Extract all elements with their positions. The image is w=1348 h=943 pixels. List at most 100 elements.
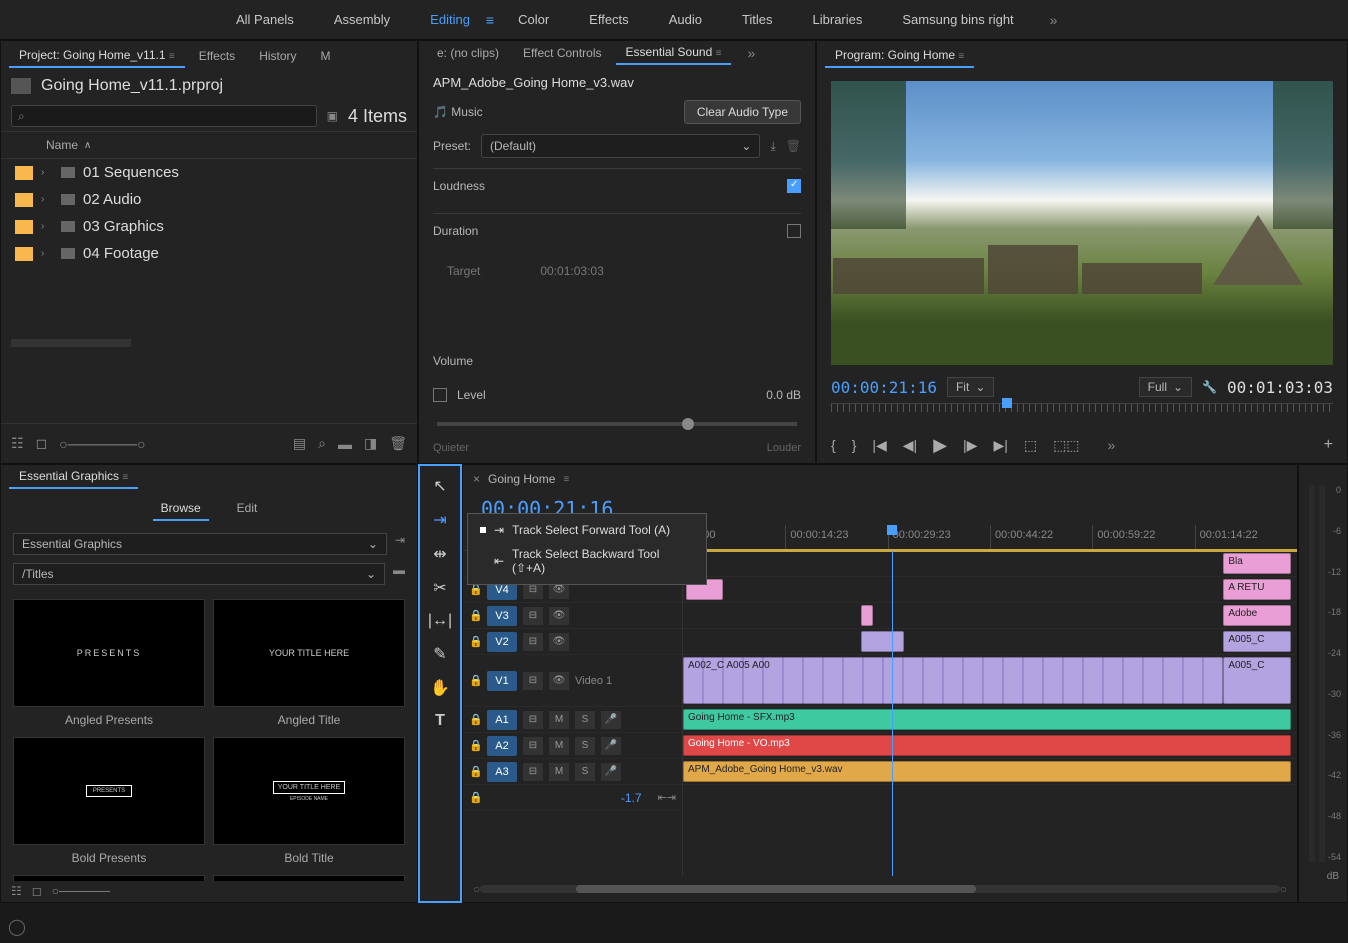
workspace-overflow-icon[interactable]: »: [1038, 8, 1070, 32]
go-to-out-icon[interactable]: ▶|: [993, 437, 1007, 454]
go-to-in-icon[interactable]: |◀: [872, 437, 886, 454]
mic-icon[interactable]: 🎤: [601, 763, 621, 781]
expand-icon[interactable]: ›: [41, 248, 53, 259]
timeline-playhead[interactable]: [887, 525, 897, 535]
master-track[interactable]: 🔒-1.7⇤⇥: [463, 785, 682, 811]
snap-icon[interactable]: ⇤⇥: [658, 791, 676, 804]
step-back-icon[interactable]: ◀|: [903, 437, 917, 454]
clip[interactable]: A005_C: [1223, 657, 1291, 704]
lock-icon[interactable]: 🔒: [469, 713, 481, 726]
browse-tab[interactable]: Browse: [153, 497, 209, 521]
tab-menu-icon[interactable]: ≡: [958, 51, 964, 62]
tab-menu-icon[interactable]: ≡: [169, 51, 175, 62]
preset-select[interactable]: (Default)⌄: [481, 134, 760, 158]
sync-lock-icon[interactable]: ⊟: [523, 737, 543, 755]
clip[interactable]: Going Home - VO.mp3: [683, 735, 1291, 756]
zoom-slider[interactable]: ○───────○: [59, 436, 145, 452]
bin-graphics[interactable]: ›03 Graphics: [1, 213, 417, 240]
track-header-a1[interactable]: 🔒A1⊟MS🎤: [463, 707, 682, 733]
scroll-handle-right[interactable]: ○: [1280, 882, 1287, 896]
eye-icon[interactable]: 👁: [549, 633, 569, 651]
timeline-tracks-area[interactable]: 00:00 00:00:14:23 00:00:29:23 00:00:44:2…: [683, 525, 1297, 876]
list-view-icon[interactable]: ☷: [11, 435, 24, 452]
zoom-fit-select[interactable]: Fit⌄: [947, 377, 994, 397]
workspace-color[interactable]: Color: [502, 6, 565, 33]
track-header-a2[interactable]: 🔒A2⊟MS🎤: [463, 733, 682, 759]
v2-row[interactable]: A005_C: [683, 629, 1297, 655]
pen-tool-icon[interactable]: ✎: [433, 644, 446, 664]
v4-row[interactable]: A RETU: [683, 577, 1297, 603]
find-icon[interactable]: ⌕: [318, 435, 326, 452]
transport-overflow-icon[interactable]: »: [1096, 433, 1128, 457]
sync-lock-icon[interactable]: ⊟: [523, 633, 543, 651]
program-playhead[interactable]: [1002, 398, 1012, 408]
eye-icon[interactable]: 👁: [549, 672, 569, 690]
workspace-assembly[interactable]: Assembly: [318, 6, 406, 33]
track-header-v3[interactable]: 🔒V3⊟👁: [463, 603, 682, 629]
project-tab[interactable]: Project: Going Home_v11.1 ≡: [9, 44, 185, 68]
project-search-input[interactable]: ⌕: [11, 105, 317, 127]
track-header-a3[interactable]: 🔒A3⊟MS🎤: [463, 759, 682, 785]
track-select-tool-icon[interactable]: ⇥: [433, 510, 446, 530]
sort-icon[interactable]: ▤: [293, 435, 306, 452]
sync-lock-icon[interactable]: ⊟: [523, 607, 543, 625]
tab-menu-icon[interactable]: ≡: [716, 48, 722, 59]
timeline-scrollbar[interactable]: [480, 885, 1280, 893]
expand-icon[interactable]: ›: [41, 221, 53, 232]
edit-tab[interactable]: Edit: [229, 497, 266, 521]
volume-slider[interactable]: [437, 422, 797, 426]
graphic-item-bold-presents[interactable]: PRESENTS Bold Presents: [13, 737, 205, 865]
timeline-ruler[interactable]: 00:00 00:00:14:23 00:00:29:23 00:00:44:2…: [683, 525, 1297, 551]
clip[interactable]: [861, 631, 904, 652]
graphics-folder-select[interactable]: Essential Graphics⌄: [13, 533, 387, 555]
solo-button[interactable]: S: [575, 763, 595, 781]
source-tab[interactable]: e: (no clips): [427, 42, 509, 64]
clip[interactable]: A005_C: [1223, 631, 1291, 652]
a2-row[interactable]: Going Home - VO.mp3: [683, 733, 1297, 759]
workspace-libraries[interactable]: Libraries: [797, 6, 879, 33]
graphic-item-angled-presents[interactable]: PRESENTS Angled Presents: [13, 599, 205, 727]
clip[interactable]: APM_Adobe_Going Home_v3.wav: [683, 761, 1291, 782]
panel-overflow-icon[interactable]: »: [735, 41, 767, 65]
eye-icon[interactable]: 👁: [549, 607, 569, 625]
history-tab[interactable]: History: [249, 45, 306, 67]
zoom-slider[interactable]: ○──────: [52, 884, 110, 898]
icon-view-icon[interactable]: ◻: [32, 884, 42, 898]
solo-button[interactable]: S: [575, 737, 595, 755]
track-select-backward-tool[interactable]: ⇤Track Select Backward Tool (⇧+A): [468, 542, 706, 580]
razor-tool-icon[interactable]: ✂: [433, 578, 446, 598]
loudness-checkbox[interactable]: [787, 179, 801, 193]
essential-sound-tab[interactable]: Essential Sound ≡: [616, 41, 732, 65]
graphics-path-select[interactable]: /Titles⌄: [13, 563, 385, 585]
clip[interactable]: Going Home - SFX.mp3: [683, 709, 1291, 730]
name-column-header[interactable]: Name ∧: [1, 131, 417, 159]
new-bin-icon[interactable]: ▣: [327, 109, 338, 123]
clip[interactable]: [861, 605, 873, 626]
creative-cloud-icon[interactable]: ◯: [8, 917, 26, 937]
sync-lock-icon[interactable]: ⊟: [523, 672, 543, 690]
workspace-all-panels[interactable]: All Panels: [220, 6, 310, 33]
hand-tool-icon[interactable]: ✋: [430, 678, 450, 698]
delete-preset-icon[interactable]: 🗑: [786, 139, 801, 153]
save-preset-icon[interactable]: ⤓: [770, 139, 775, 154]
v1-row[interactable]: A002_C A005 A00A005_C: [683, 655, 1297, 707]
workspace-audio[interactable]: Audio: [653, 6, 718, 33]
wrench-icon[interactable]: 🔧: [1202, 380, 1217, 394]
essential-graphics-tab[interactable]: Essential Graphics ≡: [9, 465, 138, 489]
tab-menu-icon[interactable]: ≡: [563, 474, 569, 485]
expand-icon[interactable]: ›: [41, 167, 53, 178]
v3-row[interactable]: Adobe: [683, 603, 1297, 629]
mute-button[interactable]: M: [549, 737, 569, 755]
lift-icon[interactable]: ⬚: [1024, 437, 1037, 454]
step-forward-icon[interactable]: |▶: [963, 437, 977, 454]
clip[interactable]: Bla: [1223, 553, 1291, 574]
export-icon[interactable]: ⇥: [395, 533, 405, 555]
bin-audio[interactable]: ›02 Audio: [1, 186, 417, 213]
slip-tool-icon[interactable]: |↔|: [428, 612, 452, 630]
graphic-item-angled-title[interactable]: YOUR TITLE HERE Angled Title: [213, 599, 405, 727]
target-value[interactable]: 00:01:03:03: [540, 264, 603, 278]
selection-tool-icon[interactable]: ↖: [433, 476, 446, 496]
expand-icon[interactable]: ›: [41, 194, 53, 205]
list-view-icon[interactable]: ☷: [11, 884, 22, 898]
lock-icon[interactable]: 🔒: [469, 635, 481, 648]
